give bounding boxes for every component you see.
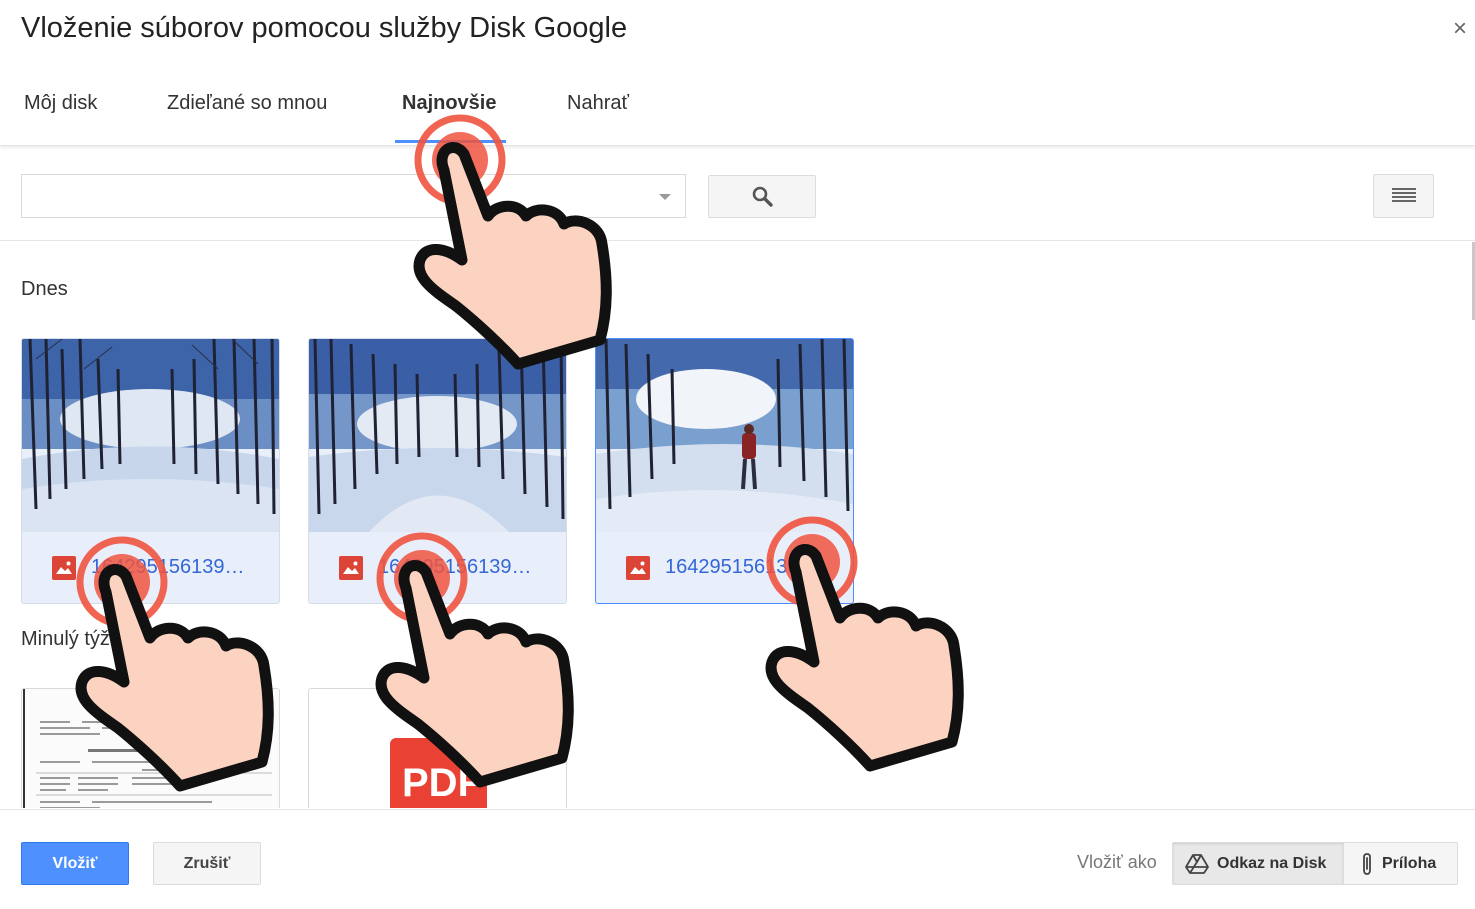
- attachment-label: Príloha: [1382, 854, 1437, 872]
- pdf-icon-label: PDF: [402, 761, 482, 805]
- file-thumbnail: [309, 339, 566, 532]
- tab-my-drive[interactable]: Môj disk: [24, 92, 97, 115]
- search-button[interactable]: [708, 175, 816, 218]
- cancel-button[interactable]: Zrušiť: [153, 842, 261, 885]
- drive-link-label: Odkaz na Disk: [1217, 854, 1327, 872]
- list-view-button[interactable]: [1373, 174, 1434, 218]
- file-name: 1642951561390.jpg: [378, 556, 538, 578]
- search-options-arrow-icon[interactable]: [659, 194, 671, 200]
- pdf-card[interactable]: PDF: [308, 688, 567, 808]
- tab-bar: Môj disk Zdieľané so mnou Najnovšie Nahr…: [0, 68, 1475, 146]
- file-label: 1642951561390.jpg: [596, 532, 853, 603]
- insert-button[interactable]: Vložiť: [21, 842, 129, 885]
- file-thumbnail: [22, 339, 279, 532]
- file-card[interactable]: 1642951561390.jpg: [308, 338, 567, 604]
- drive-link-option[interactable]: Odkaz na Disk: [1172, 842, 1344, 885]
- document-thumbnail: [22, 689, 279, 808]
- section-heading-today: Dnes: [21, 278, 68, 300]
- file-name: 1642951561390.jpg: [665, 556, 825, 578]
- image-file-icon: [52, 555, 76, 580]
- close-icon[interactable]: ×: [1453, 17, 1467, 41]
- image-file-icon: [626, 555, 650, 580]
- tab-recent[interactable]: Najnovšie: [402, 92, 496, 115]
- image-file-icon: [339, 555, 363, 580]
- paperclip-icon: [1363, 852, 1371, 875]
- drive-picker-dialog: Vloženie súborov pomocou služby Disk Goo…: [0, 0, 1475, 909]
- insert-as-label: Vložiť ako: [1077, 852, 1157, 872]
- tab-upload[interactable]: Nahrať: [567, 92, 629, 115]
- search-input[interactable]: [22, 175, 622, 215]
- file-card[interactable]: 1642951561390.jpg: [21, 338, 280, 604]
- dialog-title: Vloženie súborov pomocou služby Disk Goo…: [21, 12, 628, 44]
- file-list: Dnes 1642951561390.jpg 1642951561390.jpg…: [0, 242, 1475, 808]
- search-icon: [752, 186, 773, 207]
- search-field[interactable]: [21, 174, 686, 218]
- file-name: 1642951561390.jpg: [91, 556, 251, 578]
- document-card[interactable]: [21, 688, 280, 808]
- active-tab-indicator: [395, 140, 506, 143]
- file-label: 1642951561390.jpg: [22, 532, 279, 603]
- section-heading-last-week: Minulý týždeň: [21, 628, 144, 650]
- file-card[interactable]: 1642951561390.jpg: [595, 338, 854, 604]
- google-drive-icon: [1185, 853, 1209, 874]
- file-thumbnail: [596, 339, 853, 532]
- attachment-option[interactable]: Príloha: [1344, 842, 1458, 885]
- tab-shared-with-me[interactable]: Zdieľané so mnou: [167, 92, 327, 115]
- file-label: 1642951561390.jpg: [309, 532, 566, 603]
- toolbar: [0, 147, 1475, 241]
- dialog-footer: Vložiť Zrušiť Vložiť ako Odkaz na Disk P…: [0, 809, 1475, 909]
- list-view-icon: [1392, 188, 1416, 202]
